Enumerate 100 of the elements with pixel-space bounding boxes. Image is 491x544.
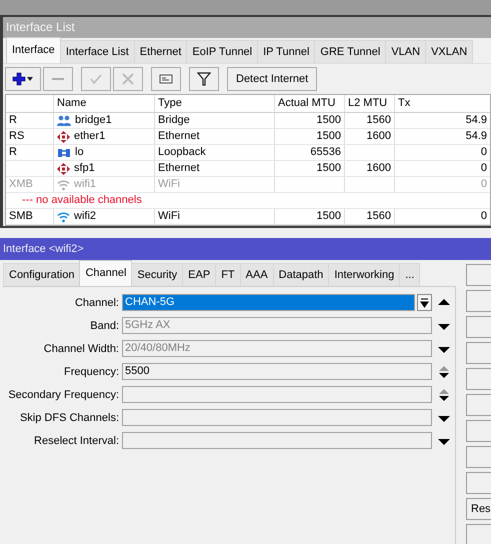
tab[interactable]: VXLAN xyxy=(425,40,474,63)
number-cell: 54.9 xyxy=(466,113,487,128)
side-button[interactable] xyxy=(466,290,491,312)
side-button[interactable]: Res xyxy=(466,498,491,520)
tab[interactable]: Interface xyxy=(6,37,61,63)
number-cell: 1500 xyxy=(316,209,341,224)
filter-icon xyxy=(197,72,211,86)
number-cell: 1500 xyxy=(316,113,341,128)
number-cell: 0 xyxy=(480,209,487,224)
number-cell: 0 xyxy=(480,161,487,176)
arrows-icon xyxy=(57,162,70,174)
tab[interactable]: AAA xyxy=(240,263,274,286)
number-cell: 1560 xyxy=(366,209,391,224)
disable-button[interactable] xyxy=(113,67,143,91)
column-header[interactable]: Type xyxy=(155,95,275,112)
tab[interactable]: Channel xyxy=(79,260,132,286)
add-button[interactable] xyxy=(5,67,41,91)
flags-text: XMB xyxy=(9,177,33,192)
tab[interactable]: Security xyxy=(131,263,184,286)
name-cell: lo xyxy=(75,145,84,160)
enable-button[interactable] xyxy=(81,67,111,91)
field-label: Band: xyxy=(89,320,120,332)
check-icon xyxy=(89,73,103,85)
tab[interactable]: EAP xyxy=(182,263,216,286)
number-cell: 0 xyxy=(480,145,487,160)
filter-button[interactable] xyxy=(189,67,219,91)
number-cell: 0 xyxy=(480,177,487,192)
number-cell: 1500 xyxy=(316,129,341,144)
number-cell: 1600 xyxy=(366,161,391,176)
wifi-icon xyxy=(57,210,70,222)
comment-text: --- no available channels xyxy=(22,193,142,208)
tab[interactable]: ... xyxy=(399,263,420,286)
side-button[interactable] xyxy=(466,394,491,416)
column-header[interactable]: L2 MTU xyxy=(345,95,395,112)
name-cell: wifi2 xyxy=(74,209,96,224)
type-cell: WiFi xyxy=(158,177,180,192)
flags-text: R xyxy=(9,113,17,128)
note-icon xyxy=(159,73,173,85)
window-title: Interface List xyxy=(3,17,491,38)
type-cell: WiFi xyxy=(158,209,180,224)
number-cell: 65536 xyxy=(310,145,341,160)
type-cell: Bridge xyxy=(158,113,190,128)
name-cell: ether1 xyxy=(74,129,106,144)
flags-text: SMB xyxy=(9,209,33,224)
detect-internet-button[interactable]: Detect Internet xyxy=(227,67,318,91)
number-cell: 1500 xyxy=(316,161,341,176)
flags-text: RS xyxy=(9,129,24,144)
tab[interactable]: FT xyxy=(215,263,241,286)
input-field[interactable] xyxy=(122,409,432,426)
field-label: Channel Width: xyxy=(42,342,120,354)
name-cell: wifi1 xyxy=(74,177,96,192)
input-field[interactable]: CHAN-5G xyxy=(122,294,415,311)
side-button[interactable] xyxy=(466,472,491,494)
dropdown-button[interactable] xyxy=(417,294,432,311)
input-field[interactable] xyxy=(122,386,432,403)
field-label: Skip DFS Channels: xyxy=(18,412,120,424)
column-header[interactable]: Name xyxy=(54,95,155,112)
spinner-icon[interactable] xyxy=(438,364,450,378)
number-cell: 1560 xyxy=(366,113,391,128)
column-header[interactable]: Actual MTU xyxy=(275,95,345,112)
tab[interactable]: EoIP Tunnel xyxy=(186,40,258,63)
wifi-icon xyxy=(57,178,70,190)
input-field[interactable] xyxy=(122,432,432,449)
side-button[interactable] xyxy=(466,524,491,544)
tab[interactable]: VLAN xyxy=(385,40,426,63)
side-button[interactable] xyxy=(466,368,491,390)
tab[interactable]: Ethernet xyxy=(134,40,188,63)
side-button[interactable] xyxy=(466,420,491,442)
side-button[interactable] xyxy=(466,342,491,364)
type-cell: Loopback xyxy=(158,145,206,160)
side-button[interactable] xyxy=(466,316,491,338)
field-label: Secondary Frequency: xyxy=(7,388,120,400)
tab[interactable]: GRE Tunnel xyxy=(314,40,386,63)
comment-button[interactable] xyxy=(151,67,181,91)
caret-icon xyxy=(420,298,429,308)
cross-icon xyxy=(121,73,135,85)
plus-icon xyxy=(12,72,34,86)
field-label: Reselect Interval: xyxy=(33,434,120,446)
input-field[interactable]: 5500 xyxy=(122,363,432,380)
tab[interactable]: IP Tunnel xyxy=(257,40,316,63)
loop-icon xyxy=(57,146,71,158)
tab[interactable]: Datapath xyxy=(272,263,330,286)
tab[interactable]: Interworking xyxy=(328,263,400,286)
spinner-icon[interactable] xyxy=(438,388,450,402)
column-header[interactable]: Tx xyxy=(395,95,490,112)
side-button[interactable] xyxy=(466,446,491,468)
name-cell: sfp1 xyxy=(74,161,95,176)
type-cell: Ethernet xyxy=(158,161,200,176)
number-cell: 54.9 xyxy=(466,129,487,144)
window-title: Interface <wifi2> xyxy=(0,238,491,260)
arrows-icon xyxy=(57,130,70,142)
name-cell: bridge1 xyxy=(75,113,112,128)
people-icon xyxy=(57,115,71,126)
flags-text: R xyxy=(9,145,17,160)
tab[interactable]: Configuration xyxy=(3,263,80,286)
field-label: Channel: xyxy=(74,296,120,308)
tab[interactable]: Interface List xyxy=(60,40,135,63)
field-label: Frequency: xyxy=(62,366,120,378)
side-button[interactable] xyxy=(466,264,491,286)
number-cell: 1600 xyxy=(366,129,391,144)
